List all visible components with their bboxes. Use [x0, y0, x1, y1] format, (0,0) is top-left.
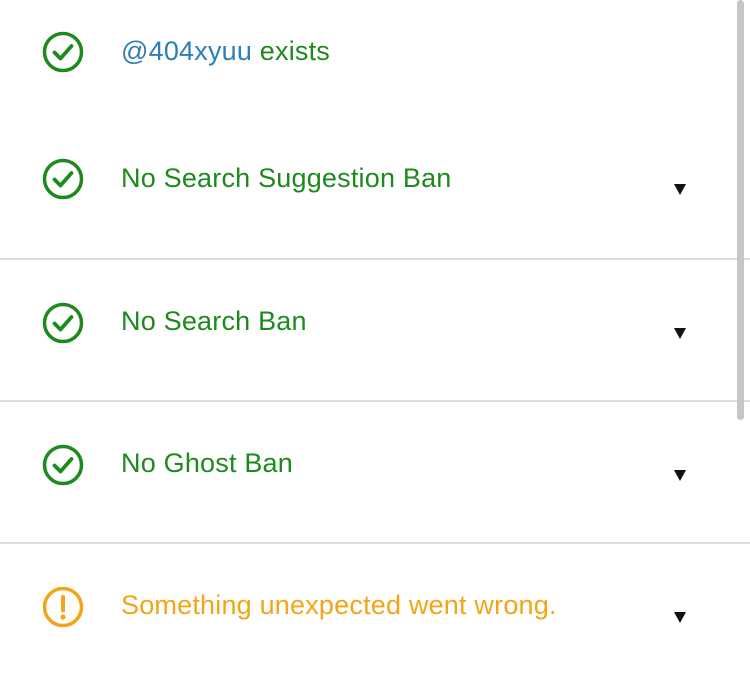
check-row-search-ban[interactable]: No Search Ban [0, 258, 750, 400]
account-exists-row: @404xyuu exists [0, 0, 750, 120]
check-label: No Search Ban [121, 306, 307, 336]
check-label: No Search Suggestion Ban [121, 163, 452, 193]
account-exists-text: exists [252, 36, 331, 66]
check-row-reply-deboosting[interactable]: Something unexpected went wrong. [0, 542, 750, 681]
account-handle-link[interactable]: @404xyuu [121, 36, 252, 66]
check-circle-icon [42, 31, 84, 73]
chevron-down-icon[interactable] [672, 609, 688, 625]
check-label: Something unexpected went wrong. [121, 590, 557, 620]
check-circle-icon [42, 302, 84, 344]
check-row-ghost-ban[interactable]: No Ghost Ban [0, 400, 750, 542]
check-row-search-suggestion-ban[interactable]: No Search Suggestion Ban [0, 120, 750, 258]
shadowban-results-list: @404xyuu exists No Search Suggestion Ban… [0, 0, 750, 681]
check-label: No Ghost Ban [121, 448, 293, 478]
warning-circle-icon [42, 586, 84, 628]
account-exists-label: @404xyuu exists [121, 35, 330, 67]
chevron-down-icon[interactable] [672, 467, 688, 483]
check-circle-icon [42, 158, 84, 200]
vertical-scrollbar[interactable] [737, 0, 744, 420]
check-circle-icon [42, 444, 84, 486]
chevron-down-icon[interactable] [672, 325, 688, 341]
chevron-down-icon[interactable] [672, 181, 688, 197]
